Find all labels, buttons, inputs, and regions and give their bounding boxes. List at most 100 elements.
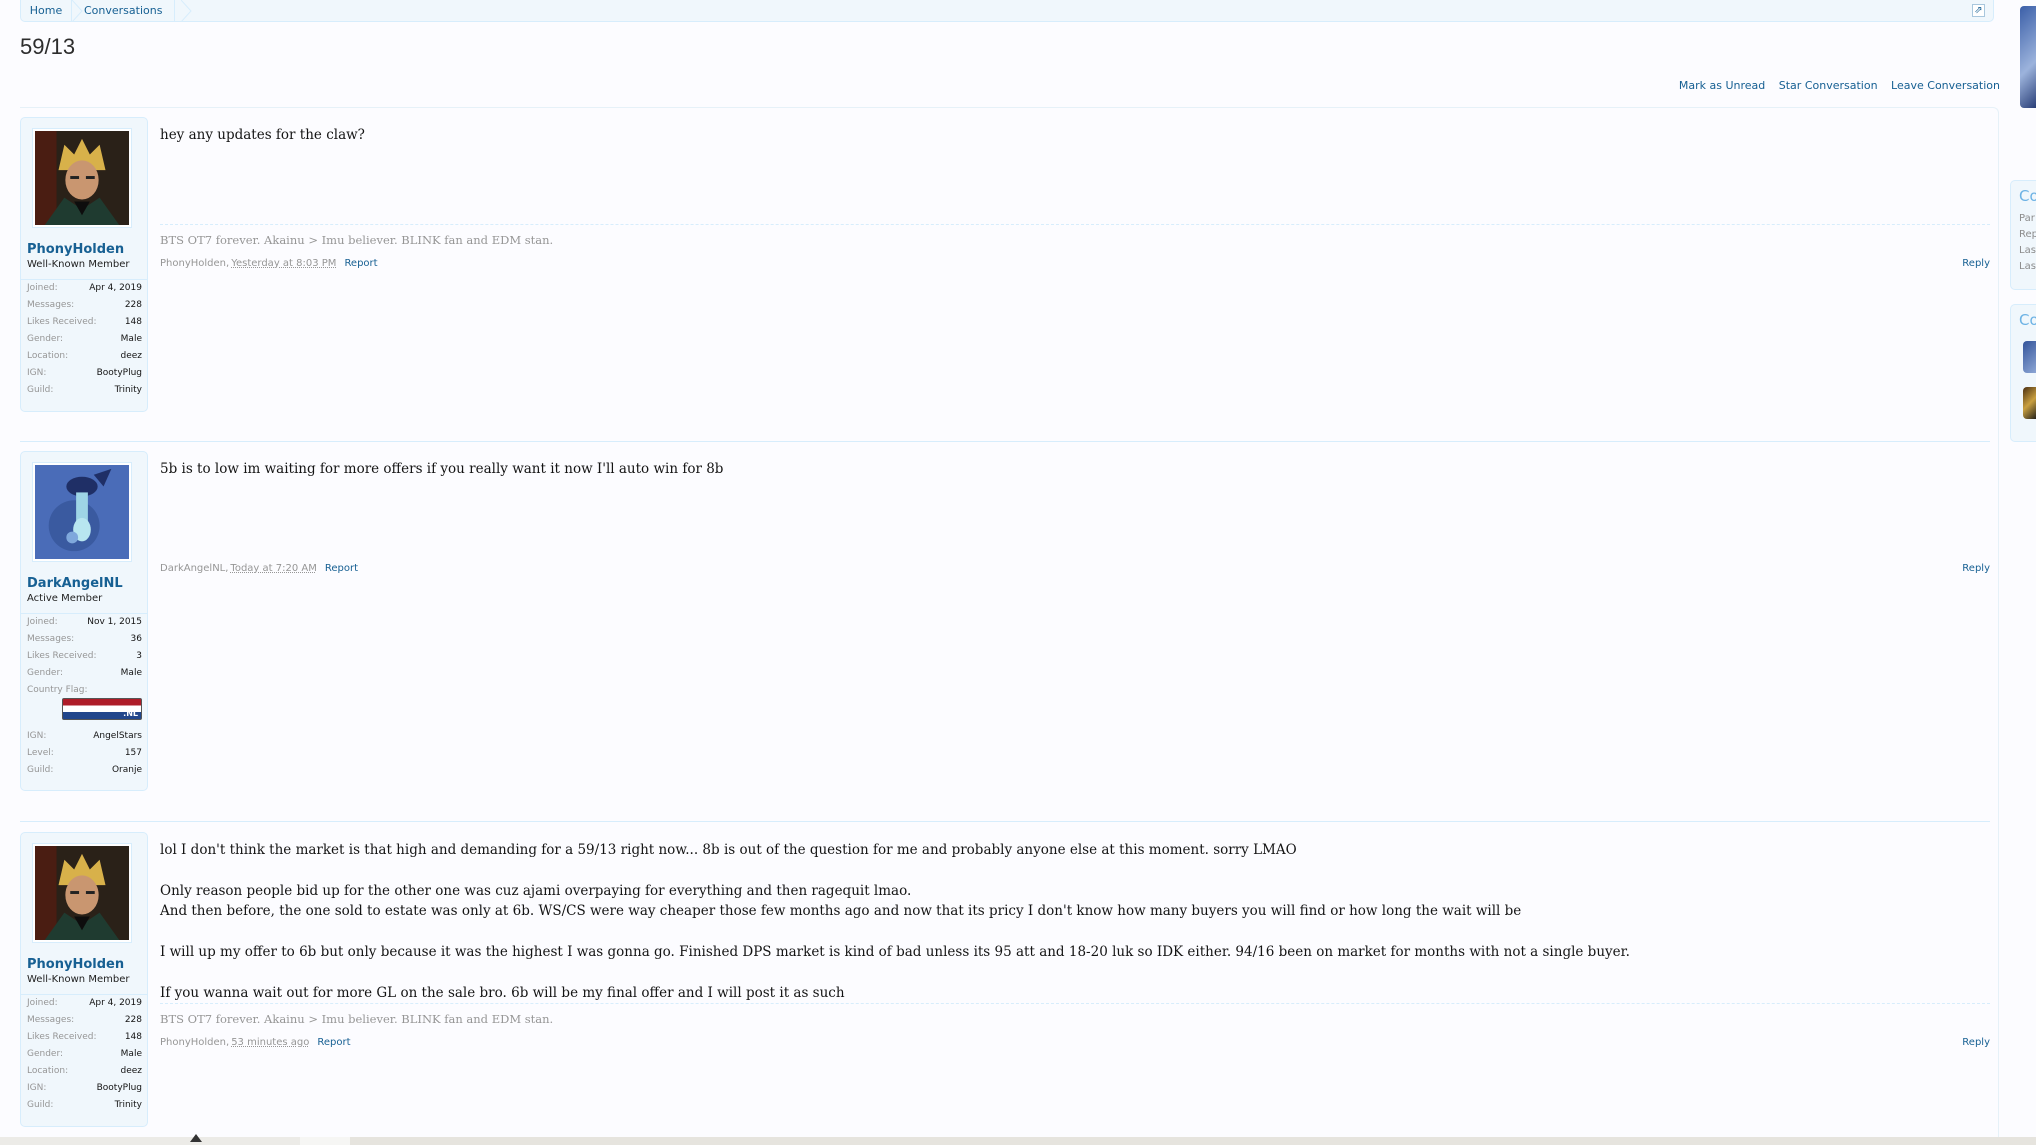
breadcrumb-conversations[interactable]: Conversations: [72, 0, 176, 22]
user-title: Well-Known Member: [27, 259, 130, 270]
breadcrumb-arrow-icon: [181, 0, 192, 22]
message-author[interactable]: PhonyHolden,: [160, 1037, 229, 1048]
user-title: Well-Known Member: [27, 974, 130, 985]
username[interactable]: PhonyHolden: [27, 242, 124, 257]
flag-text: .NL: [123, 709, 138, 718]
info-label: Guild:: [27, 765, 54, 775]
info-value: AngelStars: [93, 731, 142, 741]
signature: BTS OT7 forever. Akainu > Imu believer. …: [160, 224, 1990, 247]
participant-avatar[interactable]: [2023, 341, 2036, 373]
avatar[interactable]: [32, 462, 132, 562]
username[interactable]: DarkAngelNL: [27, 576, 123, 591]
message-user-info: DarkAngelNL Active Member Joined: Nov 1, …: [20, 451, 148, 791]
expand-icon[interactable]: ⇗: [1972, 4, 1985, 17]
breadcrumb-arrow-icon: [72, 0, 83, 22]
sidebar-fragment: Co Par Rep Las Las Co: [2010, 0, 2036, 1145]
message-user-info: PhonyHolden Well-Known Member Joined: Apr…: [20, 117, 148, 412]
visitor-avatar[interactable]: [2020, 6, 2036, 108]
info-value: Trinity: [114, 1100, 142, 1110]
sidebar-panel: Co Par Rep Las Las: [2010, 180, 2036, 290]
info-label: Likes Received:: [27, 651, 97, 661]
message-body: hey any updates for the claw?: [160, 125, 1990, 145]
star-conversation-link[interactable]: Star Conversation: [1779, 79, 1878, 92]
info-value: Oranje: [111, 765, 142, 775]
info-label: Likes Received:: [27, 1032, 97, 1042]
sidebar-text: Las: [2019, 261, 2036, 272]
sidebar-heading: Co: [2019, 311, 2036, 329]
message-text: Only reason people bid up for the other …: [160, 883, 912, 899]
username[interactable]: PhonyHolden: [27, 957, 124, 972]
info-label: Joined:: [27, 617, 58, 627]
info-label: Gender:: [27, 1049, 64, 1059]
info-value: 3: [136, 651, 142, 661]
message-text: 5b is to low im waiting for more offers …: [160, 461, 724, 477]
info-value[interactable]: 228: [125, 1015, 142, 1025]
reply-link[interactable]: Reply: [1962, 258, 1990, 269]
signature: BTS OT7 forever. Akainu > Imu believer. …: [160, 1003, 1990, 1026]
breadcrumb-home[interactable]: Home: [21, 0, 72, 22]
reply-link[interactable]: Reply: [1962, 1037, 1990, 1048]
user-extra-info: Joined: Apr 4, 2019 Messages: 228 Likes Re…: [21, 994, 147, 1114]
taskbar-strip: [0, 1137, 2036, 1145]
avatar[interactable]: [32, 843, 132, 943]
mark-unread-link[interactable]: Mark as Unread: [1679, 79, 1765, 92]
message: PhonyHolden Well-Known Member Joined: Apr…: [20, 117, 1990, 412]
participant-avatar[interactable]: [2023, 387, 2036, 419]
mouse-cursor-icon: [190, 1134, 202, 1142]
message-separator: [20, 441, 1990, 442]
message-meta: DarkAngelNL, Today at 7:20 AM Report Reply: [160, 563, 1990, 577]
message-author[interactable]: DarkAngelNL,: [160, 563, 228, 574]
report-link[interactable]: Report: [325, 563, 358, 574]
message-author[interactable]: PhonyHolden,: [160, 258, 229, 269]
message-separator: [20, 821, 1990, 822]
breadcrumb: Home Conversations ⇗: [20, 0, 1994, 22]
message-text: lol I don't think the market is that hig…: [160, 842, 1297, 858]
country-flag-icon: .NL: [62, 698, 142, 720]
message-text: If you wanna wait out for more GL on the…: [160, 985, 845, 1001]
report-link[interactable]: Report: [317, 1037, 350, 1048]
avatar-image-icon: [35, 465, 129, 559]
sidebar-heading: Co: [2019, 187, 2036, 205]
avatar[interactable]: [32, 128, 132, 228]
info-label: Country Flag:: [27, 685, 88, 695]
info-value: deez: [120, 1066, 142, 1076]
info-value: Nov 1, 2015: [87, 617, 142, 627]
message-text: And then before, the one sold to estate …: [160, 903, 1522, 919]
info-value: Apr 4, 2019: [89, 283, 142, 293]
info-value: 157: [124, 748, 142, 758]
reply-link[interactable]: Reply: [1962, 563, 1990, 574]
message-date[interactable]: Today at 7:20 AM: [230, 563, 316, 574]
info-value: deez: [120, 351, 142, 361]
message-date[interactable]: 53 minutes ago: [231, 1037, 309, 1048]
report-link[interactable]: Report: [344, 258, 377, 269]
leave-conversation-link[interactable]: Leave Conversation: [1891, 79, 2000, 92]
info-label: Messages:: [27, 634, 75, 644]
message-text: I will up my offer to 6b but only becaus…: [160, 944, 1630, 960]
info-label: Location:: [27, 1066, 69, 1076]
page-title: 59/13: [20, 34, 76, 59]
info-label: Guild:: [27, 1100, 54, 1110]
message-body: lol I don't think the market is that hig…: [160, 840, 1990, 1003]
info-label: Gender:: [27, 668, 64, 678]
message: PhonyHolden Well-Known Member Joined: Apr…: [20, 832, 1990, 1127]
sidebar-panel: Co: [2010, 304, 2036, 442]
message-date[interactable]: Yesterday at 8:03 PM: [231, 258, 336, 269]
message-body: 5b is to low im waiting for more offers …: [160, 459, 1990, 479]
info-value: Male: [120, 668, 142, 678]
info-value: Male: [120, 334, 142, 344]
info-label: Joined:: [27, 283, 58, 293]
info-label: Guild:: [27, 385, 54, 395]
sidebar-text: Par: [2019, 213, 2035, 224]
info-value[interactable]: 228: [125, 300, 142, 310]
info-value[interactable]: 36: [131, 634, 142, 644]
info-value: 148: [124, 317, 142, 327]
avatar-image-icon: [35, 846, 129, 940]
info-value: Male: [120, 1049, 142, 1059]
message-meta: PhonyHolden, Yesterday at 8:03 PM Report R…: [160, 258, 1990, 272]
avatar-image-icon: [35, 131, 129, 225]
message-text: hey any updates for the claw?: [160, 127, 365, 143]
message-user-info: PhonyHolden Well-Known Member Joined: Apr…: [20, 832, 148, 1127]
info-label: Gender:: [27, 334, 64, 344]
message: DarkAngelNL Active Member Joined: Nov 1, …: [20, 451, 1990, 791]
sidebar-text: Las: [2019, 245, 2036, 256]
